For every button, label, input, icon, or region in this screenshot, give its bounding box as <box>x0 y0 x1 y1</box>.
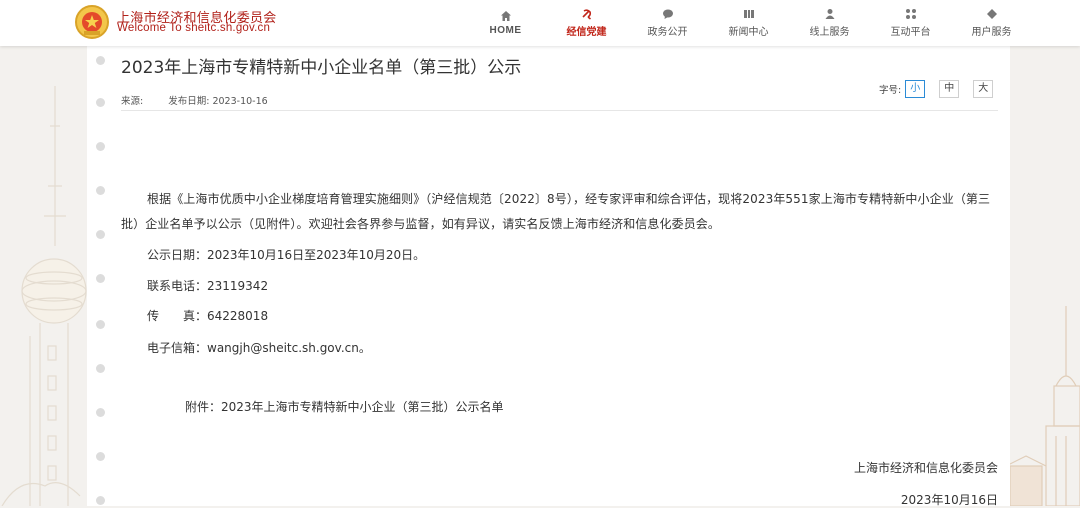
home-icon <box>500 11 511 21</box>
timeline-dot <box>96 452 105 461</box>
font-size-label: 字号: <box>879 85 902 96</box>
user-service-icon <box>825 9 834 19</box>
nav-label: 经信党建 <box>566 27 607 38</box>
main-nav: HOME 经信党建 政务公开 新闻中心 线上服务 互动平台 用户服务 <box>465 0 1032 46</box>
contact-fax: 传 真：64228018 <box>147 309 269 323</box>
party-emblem-icon <box>581 9 591 20</box>
nav-label: HOME <box>489 25 522 36</box>
oriental-pearl-tower-illustration <box>1 86 87 506</box>
timeline-dot <box>96 408 105 417</box>
publish-date-label: 发布日期: <box>168 96 210 107</box>
timeline-dot <box>96 320 105 329</box>
historic-building-illustration <box>1006 306 1080 506</box>
publish-date: 2023-10-16 <box>212 96 268 107</box>
font-size-large-button[interactable]: 大 <box>973 80 994 98</box>
notice-period: 公示日期：2023年10月16日至2023年10月20日。 <box>147 248 426 262</box>
nav-label: 线上服务 <box>809 27 850 38</box>
signature-date: 2023年10月16日 <box>900 493 998 507</box>
font-size-medium-button[interactable]: 中 <box>939 80 960 98</box>
news-icon <box>743 10 754 18</box>
font-size-small-button[interactable]: 小 <box>905 80 926 98</box>
nav-label: 政务公开 <box>647 27 688 38</box>
nav-item-online-service[interactable]: 线上服务 <box>789 0 870 46</box>
interaction-icon <box>905 9 916 19</box>
signature-organization: 上海市经济和信息化委员会 <box>853 461 998 475</box>
nav-item-government-affairs[interactable]: 政务公开 <box>627 0 708 46</box>
nav-label: 互动平台 <box>890 27 931 38</box>
nav-item-user-service[interactable]: 用户服务 <box>951 0 1032 46</box>
diamond-icon <box>986 9 997 19</box>
site-subtitle[interactable]: Welcome To sheitc.sh.gov.cn <box>117 22 270 34</box>
nav-label: 新闻中心 <box>728 27 769 38</box>
timeline-dots <box>96 52 106 506</box>
nav-item-news-center[interactable]: 新闻中心 <box>708 0 789 46</box>
timeline-dot <box>96 364 105 373</box>
source-label: 来源: <box>121 96 144 107</box>
nav-item-interaction-platform[interactable]: 互动平台 <box>870 0 951 46</box>
timeline-dot <box>96 230 105 239</box>
government-emblem-logo[interactable] <box>74 4 110 40</box>
article-meta: 来源: 发布日期: 2023-10-16 <box>121 93 268 107</box>
timeline-dot <box>96 496 105 505</box>
attachment-label: 附件： <box>185 400 222 414</box>
article-panel <box>87 46 1010 506</box>
timeline-dot <box>96 274 105 283</box>
nav-item-party-building[interactable]: 经信党建 <box>546 0 627 46</box>
nav-label: 用户服务 <box>971 27 1012 38</box>
timeline-dot <box>96 142 105 151</box>
font-size-switcher: 字号: 小 中 大 <box>879 80 994 98</box>
nav-item-home[interactable]: HOME <box>465 0 546 46</box>
timeline-dot <box>96 98 105 107</box>
attachment: 附件：2023年上海市专精特新中小企业（第三批）公示名单 <box>185 398 504 415</box>
title-divider <box>121 110 998 111</box>
contact-email[interactable]: 电子信箱：wangjh@sheitc.sh.gov.cn。 <box>147 339 371 356</box>
timeline-dot <box>96 186 105 195</box>
site-header: 上海市经济和信息化委员会 Welcome To sheitc.sh.gov.cn… <box>0 0 1080 46</box>
chat-bubble-icon <box>662 9 673 19</box>
article-body-paragraph: 根据《上海市优质中小企业梯度培育管理实施细则》（沪经信规范〔2022〕8号），经… <box>121 192 991 231</box>
attachment-link[interactable]: 2023年上海市专精特新中小企业（第三批）公示名单 <box>221 400 504 414</box>
contact-phone: 联系电话：23119342 <box>147 279 269 293</box>
article-title: 2023年上海市专精特新中小企业名单（第三批）公示 <box>121 58 522 78</box>
timeline-dot <box>96 56 105 65</box>
